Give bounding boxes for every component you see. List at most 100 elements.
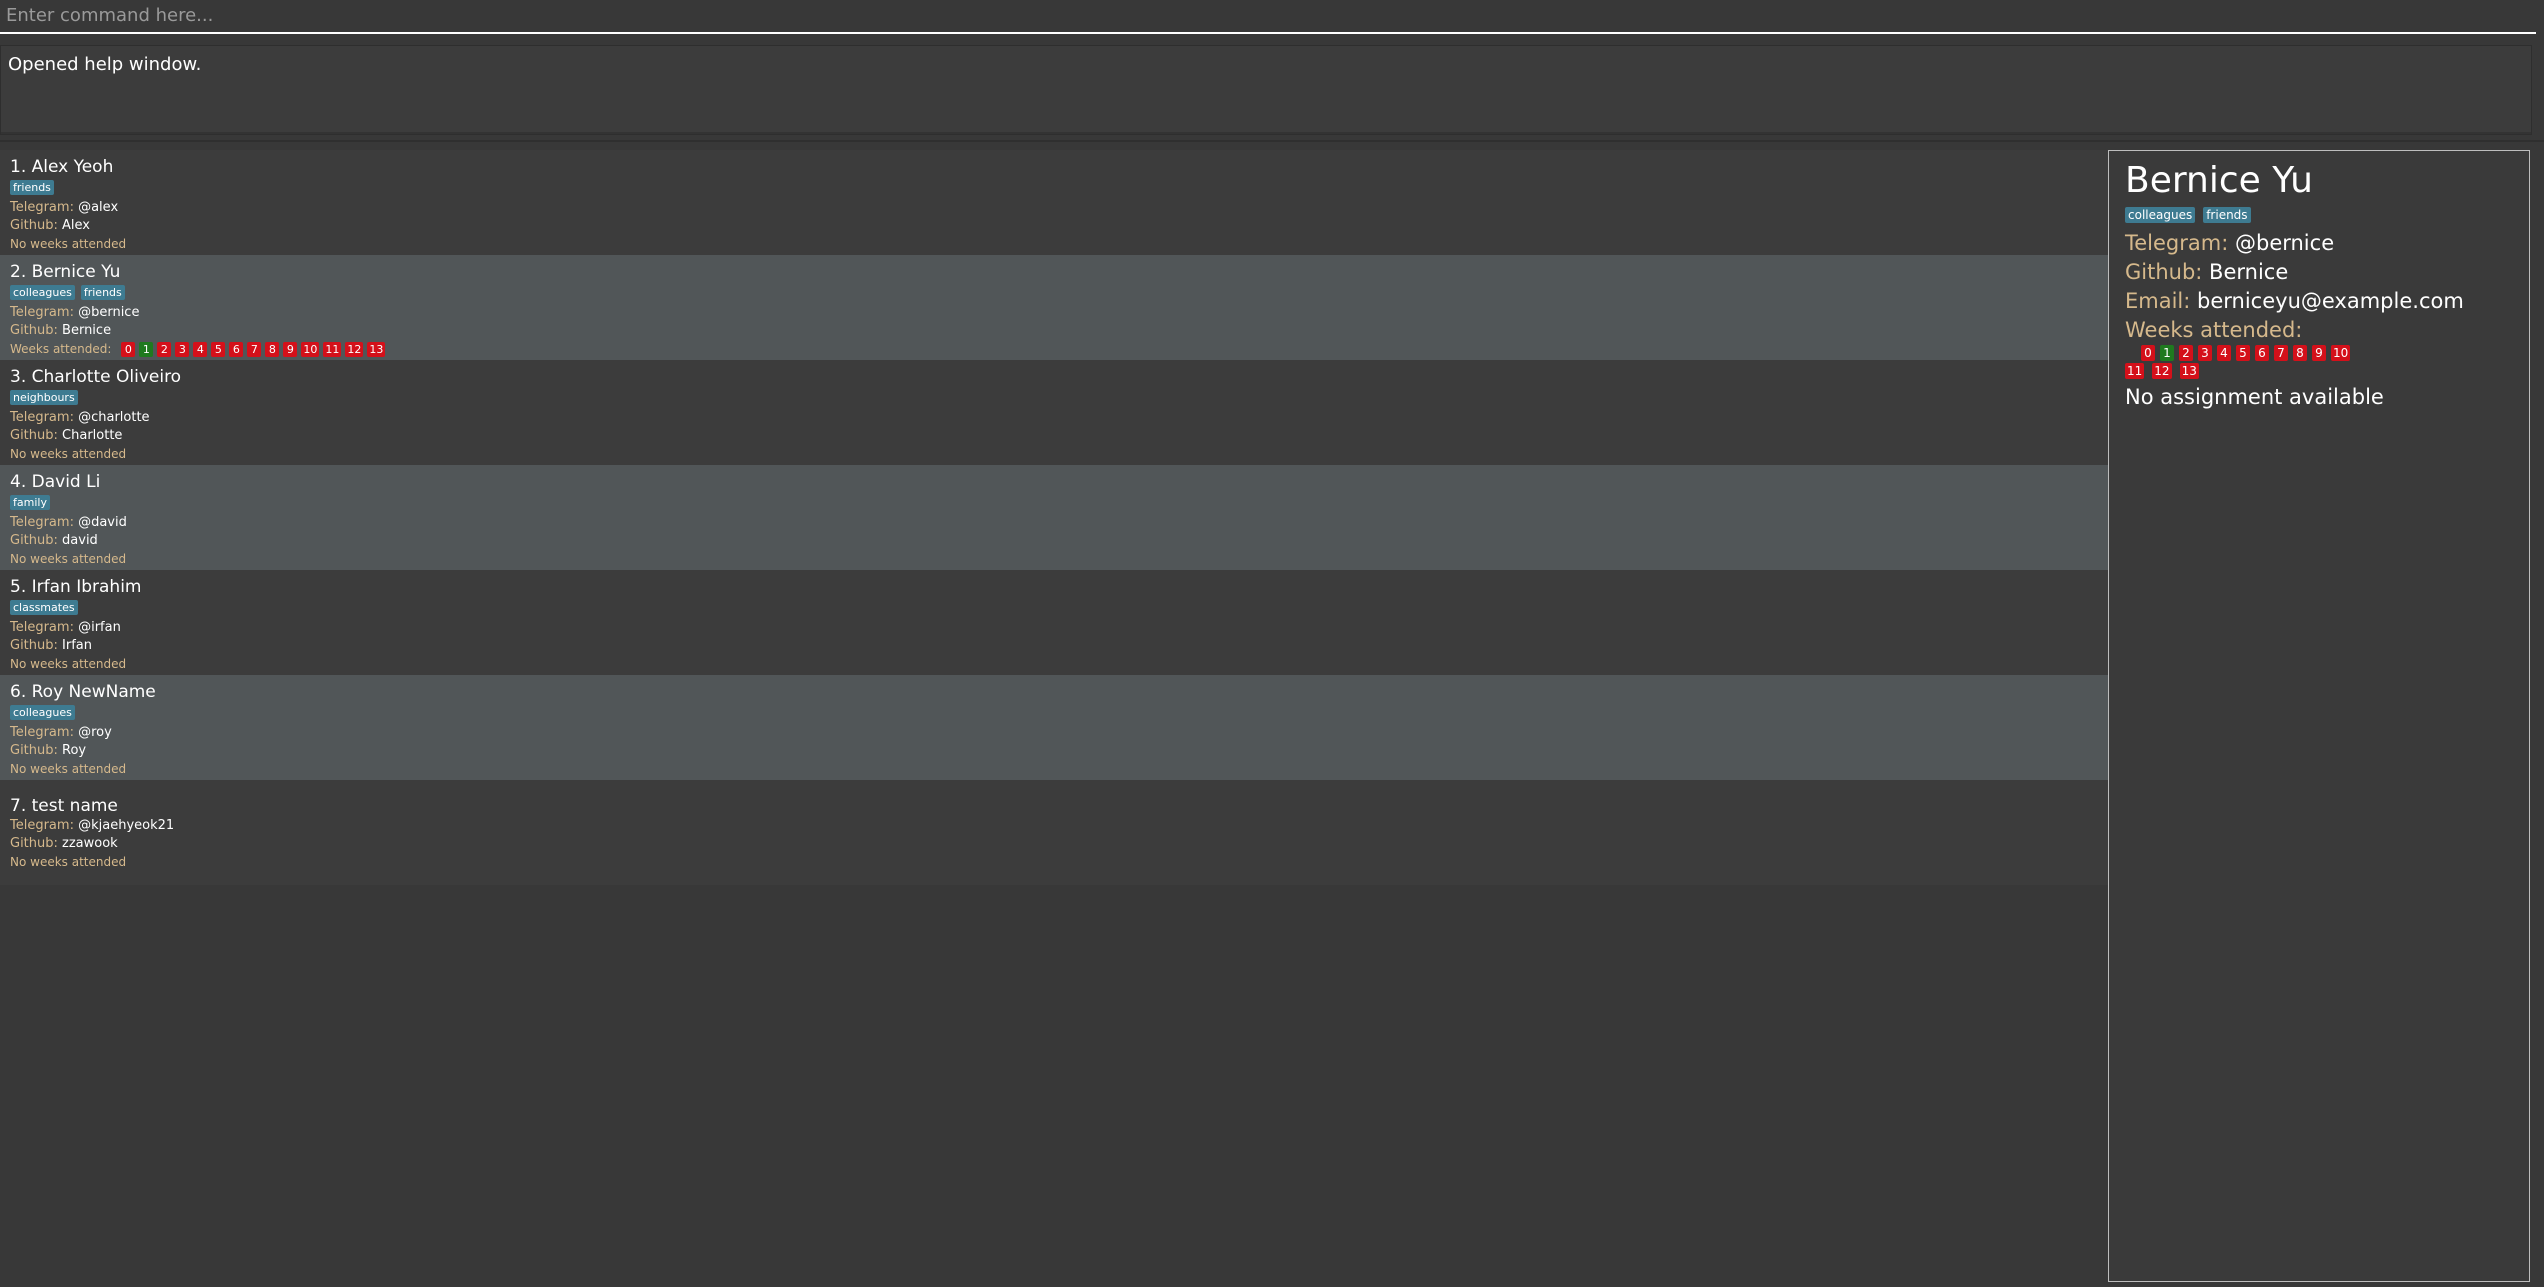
- week-badge: 9: [283, 341, 298, 357]
- github-value: Charlotte: [62, 428, 123, 443]
- weeks-label: No weeks attended: [10, 447, 127, 461]
- telegram-label: Telegram:: [10, 305, 79, 320]
- person-card[interactable]: 6. Roy NewName colleagues Telegram: @roy Gi…: [0, 675, 2108, 780]
- tag-neighbours: neighbours: [10, 390, 78, 405]
- week-badge: 4: [193, 341, 208, 357]
- tag-classmates: classmates: [10, 600, 78, 615]
- github-value: Bernice: [62, 323, 112, 338]
- person-name: 3. Charlotte Oliveiro: [10, 367, 182, 387]
- weeks-label: No weeks attended: [10, 657, 127, 671]
- person-card[interactable]: 1. Alex Yeoh friends Telegram: @alex Github…: [0, 150, 2108, 255]
- detail-github-label: Github:: [2125, 260, 2210, 284]
- telegram-value: @bernice: [78, 305, 140, 320]
- app-window: Opened help window. 1. Alex Yeoh friends T…: [0, 0, 2544, 1287]
- telegram-label: Telegram:: [10, 725, 79, 740]
- telegram-label: Telegram:: [10, 410, 79, 425]
- github-value: Alex: [62, 218, 90, 233]
- weeks-label: No weeks attended: [10, 552, 127, 566]
- detail-tags: colleagues friends: [2125, 207, 2513, 223]
- github-field: Github: Irfan: [10, 637, 2098, 655]
- detail-week-badge: 5: [2236, 345, 2250, 361]
- weeks-attended: Weeks attended: 0 1 2 3 4 5 6 7 8 9 10 11 12 13: [10, 340, 2098, 358]
- telegram-field: Telegram: @kjaehyeok21: [10, 817, 2098, 835]
- detail-assignment: No assignment available: [2125, 385, 2384, 409]
- person-list[interactable]: 1. Alex Yeoh friends Telegram: @alex Github…: [0, 150, 2108, 885]
- week-badge: 2: [157, 341, 172, 357]
- telegram-field: Telegram: @bernice: [10, 304, 2098, 322]
- detail-week-badge: 3: [2198, 345, 2212, 361]
- telegram-field: Telegram: @irfan: [10, 619, 2098, 637]
- tag-colleagues: colleagues: [10, 285, 75, 300]
- telegram-value: @kjaehyeok21: [78, 818, 175, 833]
- weeks-attended: No weeks attended: [10, 235, 2098, 253]
- github-label: Github:: [10, 218, 63, 233]
- person-card[interactable]: 7. test name Telegram: @kjaehyeok21 Github…: [0, 780, 2108, 885]
- week-badge: 0: [121, 341, 136, 357]
- divider: [0, 140, 2544, 142]
- detail-email-value: berniceyu@example.com: [2197, 289, 2464, 313]
- week-badge: 10: [301, 341, 320, 357]
- detail-week-badge: 13: [2179, 363, 2199, 379]
- person-card[interactable]: 2. Bernice Yu colleagues friends Telegram: …: [0, 255, 2108, 360]
- telegram-value: @irfan: [78, 620, 121, 635]
- github-label: Github:: [10, 743, 63, 758]
- week-badge: 5: [211, 341, 226, 357]
- github-label: Github:: [10, 323, 63, 338]
- person-card[interactable]: 4. David Li family Telegram: @david Github:…: [0, 465, 2108, 570]
- detail-telegram-value: @bernice: [2234, 231, 2335, 255]
- detail-telegram: Telegram: @bernice: [2125, 229, 2513, 258]
- result-display: Opened help window.: [0, 45, 2532, 135]
- telegram-value: @charlotte: [78, 410, 150, 425]
- detail-week-badge: 10: [2331, 345, 2351, 361]
- github-value: zzawook: [62, 836, 118, 851]
- weeks-label: No weeks attended: [10, 855, 127, 869]
- github-value: Irfan: [62, 638, 92, 653]
- tag-row: colleagues friends: [10, 285, 2098, 302]
- detail-week-badge: 7: [2274, 345, 2288, 361]
- telegram-label: Telegram:: [10, 515, 79, 530]
- week-badge: 8: [265, 341, 280, 357]
- github-label: Github:: [10, 836, 63, 851]
- detail-tag-friends: friends: [2203, 207, 2251, 223]
- telegram-value: @alex: [78, 200, 119, 215]
- detail-week-badge: 0: [2141, 345, 2155, 361]
- detail-email-label: Email:: [2125, 289, 2198, 313]
- person-card[interactable]: 3. Charlotte Oliveiro neighbours Telegram:…: [0, 360, 2108, 465]
- week-badge: 11: [323, 341, 342, 357]
- detail-week-badge: 12: [2152, 363, 2172, 379]
- detail-github-value: Bernice: [2209, 260, 2289, 284]
- person-name: 2. Bernice Yu: [10, 262, 121, 282]
- telegram-value: @david: [78, 515, 127, 530]
- detail-tag-colleagues: colleagues: [2125, 207, 2196, 223]
- person-name: 7. test name: [10, 796, 118, 816]
- telegram-label: Telegram:: [10, 620, 79, 635]
- week-badge: 3: [175, 341, 190, 357]
- week-badge: 1: [139, 341, 154, 357]
- week-badges: 0 1 2 3 4 5 6 7 8 9 10 11 12 13: [121, 341, 386, 357]
- telegram-field: Telegram: @alex: [10, 199, 2098, 217]
- detail-week-badge: 6: [2255, 345, 2269, 361]
- tag-row: classmates: [10, 600, 2098, 617]
- github-field: Github: Bernice: [10, 322, 2098, 340]
- person-card[interactable]: 5. Irfan Ibrahim classmates Telegram: @irf…: [0, 570, 2108, 675]
- weeks-label: No weeks attended: [10, 237, 127, 251]
- weeks-attended: No weeks attended: [10, 655, 2098, 673]
- command-input[interactable]: [6, 0, 2526, 30]
- detail-week-badge: 8: [2293, 345, 2307, 361]
- detail-name: Bernice Yu: [2125, 160, 2313, 201]
- github-field: Github: Charlotte: [10, 427, 2098, 445]
- detail-telegram-label: Telegram:: [2125, 231, 2235, 255]
- person-detail-panel: Bernice Yu colleagues friends Telegram: @…: [2108, 150, 2530, 1282]
- person-name: 5. Irfan Ibrahim: [10, 577, 142, 597]
- detail-weeks-label: Weeks attended:: [2125, 318, 2303, 342]
- github-value: Roy: [62, 743, 87, 758]
- tag-friends: friends: [10, 180, 54, 195]
- result-text: Opened help window.: [8, 54, 202, 75]
- telegram-field: Telegram: @david: [10, 514, 2098, 532]
- person-name: 1. Alex Yeoh: [10, 157, 114, 177]
- detail-weeks-row1: 0 1 2 3 4 5 6 7 8 9 10: [2141, 345, 2351, 361]
- tag-colleagues: colleagues: [10, 705, 75, 720]
- tag-row: family: [10, 495, 2098, 512]
- detail-week-badge: 1: [2160, 345, 2174, 361]
- tag-family: family: [10, 495, 50, 510]
